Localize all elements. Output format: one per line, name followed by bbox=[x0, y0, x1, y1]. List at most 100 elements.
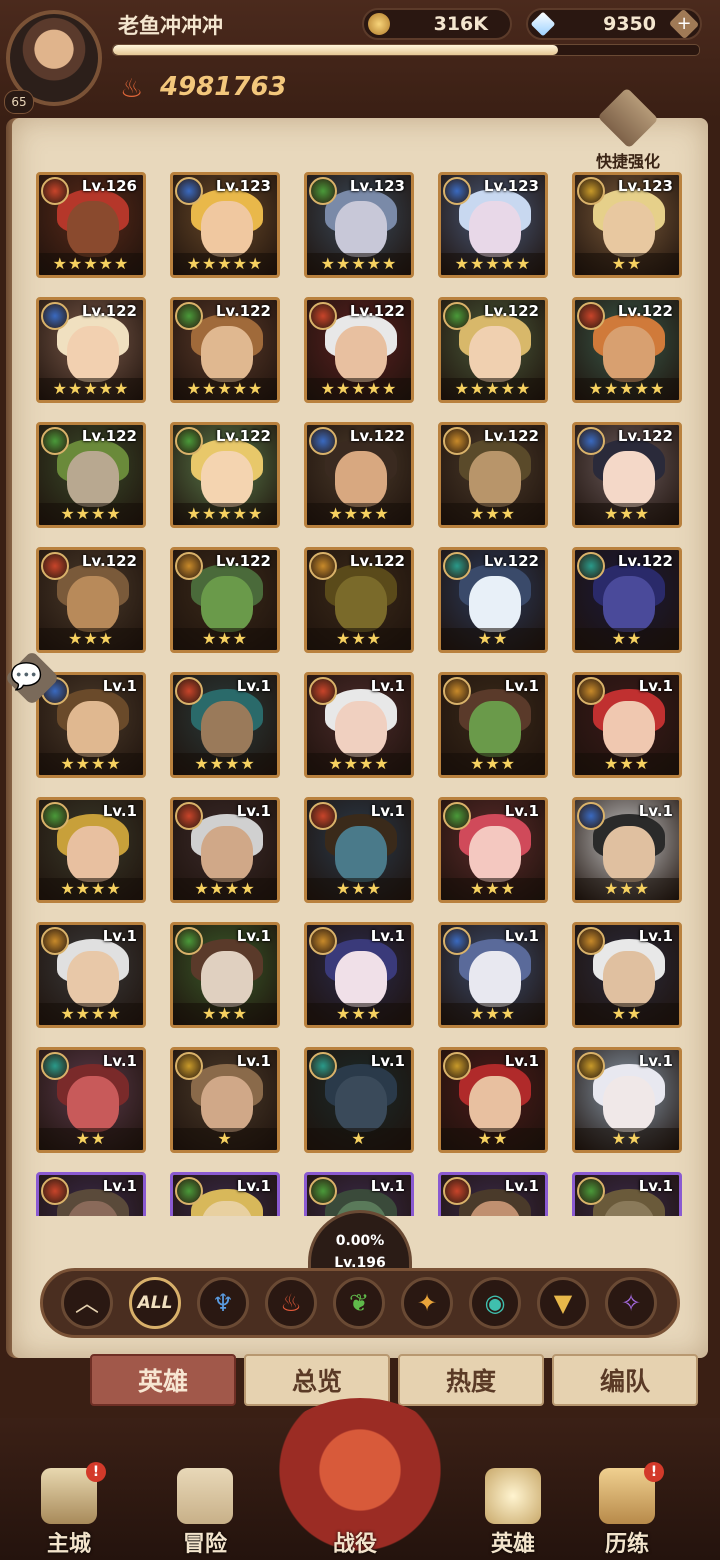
filter-gold-button[interactable]: ▼ bbox=[537, 1277, 589, 1329]
add-gems-button[interactable]: + bbox=[668, 8, 700, 40]
hero-level: Lv.123 bbox=[349, 177, 405, 195]
hero-card[interactable]: Lv.126 ★★★★★ bbox=[36, 172, 146, 278]
hero-card[interactable]: Lv.1 ★★★ bbox=[438, 922, 548, 1028]
hero-card[interactable]: Lv.1 ★★★ bbox=[572, 797, 682, 903]
hero-card[interactable]: Lv.123 ★★★★★ bbox=[438, 172, 548, 278]
hero-card[interactable]: Lv.122 ★★ bbox=[572, 547, 682, 653]
hero-card[interactable]: Lv.1 bbox=[438, 1172, 548, 1216]
filter-nature-button[interactable]: ❦ bbox=[333, 1277, 385, 1329]
hero-level: Lv.1 bbox=[102, 927, 137, 945]
hero-face bbox=[469, 701, 521, 757]
hero-card[interactable]: Lv.1 ★★★ bbox=[170, 922, 280, 1028]
hero-card[interactable]: Lv.1 ★★★★ bbox=[36, 672, 146, 778]
filter-collapse-button[interactable]: ︿ bbox=[61, 1277, 113, 1329]
hero-card[interactable]: Lv.122 ★★★★★ bbox=[438, 297, 548, 403]
hero-card[interactable]: Lv.122 ★★★ bbox=[572, 422, 682, 528]
hero-card[interactable]: Lv.123 ★★ bbox=[572, 172, 682, 278]
hero-card[interactable]: Lv.1 ★★ bbox=[36, 1047, 146, 1153]
hero-card[interactable]: Lv.1 ★★★ bbox=[438, 797, 548, 903]
hero-card[interactable]: Lv.1 ★★★★ bbox=[170, 797, 280, 903]
hero-card[interactable]: Lv.1 ★★★ bbox=[438, 672, 548, 778]
hero-card[interactable]: Lv.1 ★★★★ bbox=[36, 797, 146, 903]
eye-faction-icon bbox=[41, 1052, 69, 1080]
hero-card[interactable]: Lv.122 ★★★★★ bbox=[170, 297, 280, 403]
quick-strengthen-button[interactable]: 快捷强化 bbox=[592, 87, 664, 171]
hero-face bbox=[335, 951, 387, 1007]
hero-face bbox=[603, 1076, 655, 1132]
hero-card[interactable]: Lv.122 ★★★★ bbox=[36, 422, 146, 528]
hero-level: Lv.122 bbox=[617, 302, 673, 320]
hero-level: Lv.122 bbox=[483, 302, 539, 320]
hero-card[interactable]: Lv.122 ★★★★★ bbox=[304, 297, 414, 403]
hero-card[interactable]: Lv.122 ★★★★ bbox=[304, 422, 414, 528]
hero-card[interactable]: Lv.122 ★★★★★ bbox=[36, 297, 146, 403]
hero-card[interactable]: Lv.122 ★★★★★ bbox=[170, 422, 280, 528]
hero-card[interactable]: Lv.1 ★ bbox=[170, 1047, 280, 1153]
hero-card[interactable]: Lv.1 ★★★★ bbox=[170, 672, 280, 778]
hero-card[interactable]: Lv.1 ★★ bbox=[572, 1047, 682, 1153]
tab-popularity[interactable]: 热度 bbox=[398, 1354, 544, 1406]
fire-faction-icon bbox=[41, 177, 69, 205]
gold-icon: ▼ bbox=[553, 1289, 573, 1317]
hero-card[interactable]: Lv.122 ★★★ bbox=[304, 547, 414, 653]
hero-level: Lv.1 bbox=[236, 802, 271, 820]
hero-stars: ★★★ bbox=[441, 1003, 545, 1025]
hero-face bbox=[603, 701, 655, 757]
hero-level: Lv.1 bbox=[102, 677, 137, 695]
hero-face bbox=[469, 951, 521, 1007]
hero-level: Lv.1 bbox=[236, 677, 271, 695]
hero-card[interactable]: Lv.122 ★★ bbox=[438, 547, 548, 653]
tab-formation[interactable]: 编队 bbox=[552, 1354, 698, 1406]
hero-card[interactable]: Lv.1 ★★★ bbox=[304, 797, 414, 903]
hero-card[interactable]: Lv.1 ★★★ bbox=[572, 672, 682, 778]
tab-heroes[interactable]: 英雄 bbox=[90, 1354, 236, 1406]
hero-card[interactable]: Lv.1 ★★★★ bbox=[36, 922, 146, 1028]
hero-face bbox=[67, 951, 119, 1007]
gold-coin-icon bbox=[368, 13, 390, 35]
hero-card[interactable]: Lv.1 bbox=[36, 1172, 146, 1216]
player-name: 老鱼冲冲冲 bbox=[118, 14, 223, 38]
nature-icon: ❦ bbox=[348, 1289, 370, 1317]
filter-all-button[interactable]: ALL bbox=[129, 1277, 181, 1329]
eye-faction-icon bbox=[443, 552, 471, 580]
hero-card[interactable]: Lv.1 ★★ bbox=[438, 1047, 548, 1153]
hero-grid: Lv.126 ★★★★★ Lv.123 ★★★★★ Lv.123 ★★★★★ Lv.123 ★… bbox=[36, 172, 688, 1216]
hero-stars: ★★★★★ bbox=[39, 253, 143, 275]
light-faction-icon bbox=[309, 927, 337, 955]
filter-eye-button[interactable]: ◉ bbox=[469, 1277, 521, 1329]
hero-card[interactable]: Lv.1 bbox=[170, 1172, 280, 1216]
hero-stars: ★★★ bbox=[441, 503, 545, 525]
hero-card[interactable]: Lv.1 ★★ bbox=[572, 922, 682, 1028]
hero-face bbox=[67, 576, 119, 632]
hero-card[interactable]: Lv.123 ★★★★★ bbox=[170, 172, 280, 278]
hero-card[interactable]: Lv.122 ★★★ bbox=[170, 547, 280, 653]
nav-trial[interactable]: ! 历练 bbox=[572, 1462, 682, 1558]
hero-card[interactable]: Lv.122 ★★★★★ bbox=[572, 297, 682, 403]
hero-stars: ★★★★★ bbox=[441, 378, 545, 400]
hero-stars: ★★★ bbox=[307, 1003, 411, 1025]
nav-city[interactable]: ! 主城 bbox=[14, 1462, 124, 1558]
gem-counter[interactable]: 9350 + bbox=[526, 8, 702, 40]
hero-card[interactable]: Lv.1 ★★★ bbox=[304, 922, 414, 1028]
hero-card[interactable]: Lv.122 ★★★ bbox=[438, 422, 548, 528]
hero-level: Lv.122 bbox=[215, 427, 271, 445]
fire-faction-icon bbox=[443, 1177, 471, 1205]
hero-card[interactable]: Lv.1 ★ bbox=[304, 1047, 414, 1153]
nav-heroes[interactable]: 英雄 bbox=[458, 1468, 568, 1558]
filter-water-button[interactable]: ♆ bbox=[197, 1277, 249, 1329]
filter-light-button[interactable]: ✦ bbox=[401, 1277, 453, 1329]
hero-card[interactable]: Lv.122 ★★★ bbox=[36, 547, 146, 653]
hero-face bbox=[201, 451, 253, 507]
hero-card[interactable]: Lv.1 ★★★★ bbox=[304, 672, 414, 778]
hero-level: Lv.1 bbox=[370, 802, 405, 820]
gold-counter[interactable]: 316K bbox=[362, 8, 512, 40]
nav-campaign[interactable]: 战役 bbox=[300, 1468, 410, 1558]
filter-void-button[interactable]: ✧ bbox=[605, 1277, 657, 1329]
filter-fire-button[interactable]: ♨ bbox=[265, 1277, 317, 1329]
nav-adventure[interactable]: 冒险 bbox=[150, 1468, 260, 1558]
hero-card[interactable]: Lv.1 bbox=[572, 1172, 682, 1216]
water-icon: ♆ bbox=[212, 1289, 234, 1317]
hero-level: Lv.122 bbox=[617, 552, 673, 570]
hero-card[interactable]: Lv.123 ★★★★★ bbox=[304, 172, 414, 278]
gold-amount: 316K bbox=[433, 13, 488, 35]
